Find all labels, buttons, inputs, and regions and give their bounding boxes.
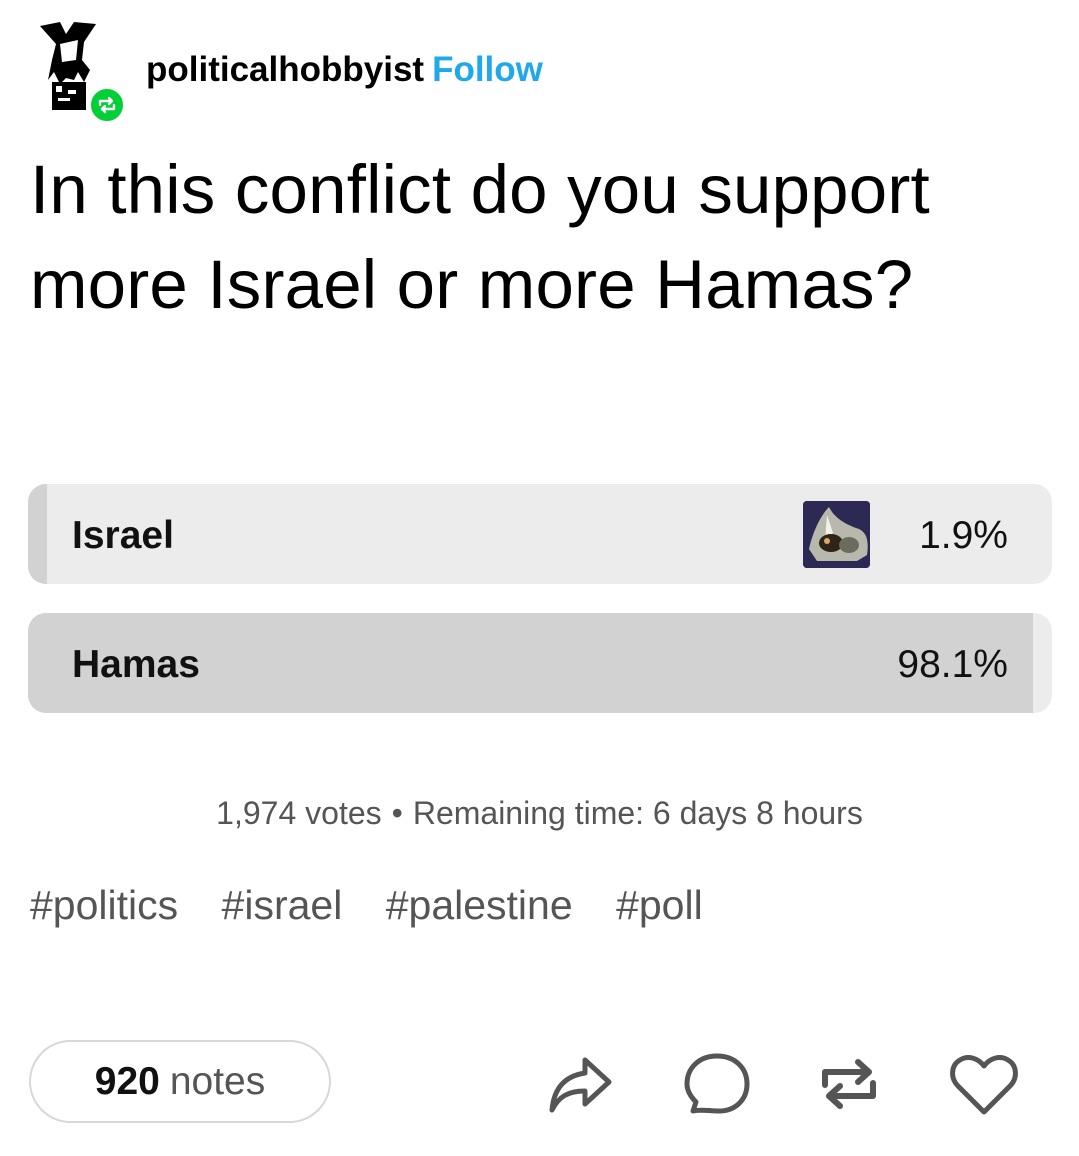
notes-label: notes [169,1059,266,1103]
tag-palestine[interactable]: #palestine [386,882,573,928]
separator-dot: • [391,795,403,831]
notes-button[interactable]: 920 notes [29,1040,331,1123]
remaining-time: Remaining time: 6 days 8 hours [412,795,863,831]
tag-list: #politics #israel #palestine #poll [30,882,735,929]
username-link[interactable]: politicalhobbyist [146,50,424,89]
poll-question: In this conflict do you support more Isr… [30,151,930,323]
voter-avatar [803,501,870,568]
tag-poll[interactable]: #poll [616,882,703,928]
poll-meta: 1,974 votes • Remaining time: 6 days 8 hou… [0,795,1079,832]
follow-button[interactable]: Follow [432,50,543,89]
vote-count: 1,974 votes [216,795,382,831]
notes-count: 920 [94,1059,160,1103]
post-header: politicalhobbyist Follow [38,20,738,124]
poll-option-percent: 98.1% [897,643,1008,686]
share-icon[interactable] [545,1048,617,1120]
tag-israel[interactable]: #israel [222,882,343,928]
poll-option-percent: 1.9% [919,514,1008,557]
heart-icon[interactable] [948,1048,1020,1120]
reblog-icon [98,96,116,114]
reblog-badge [88,86,126,124]
poll-option-label: Israel [72,514,174,557]
poll-option-hamas[interactable]: Hamas 98.1% [28,613,1052,713]
reblog-icon[interactable] [813,1048,885,1120]
poll-option-israel[interactable]: Israel 1.9% [28,484,1052,584]
poll-option-label: Hamas [72,643,200,686]
tag-politics[interactable]: #politics [30,882,178,928]
poll-bar-fill [28,484,48,584]
username-row: politicalhobbyist Follow [146,50,543,90]
reply-icon[interactable] [681,1048,753,1120]
